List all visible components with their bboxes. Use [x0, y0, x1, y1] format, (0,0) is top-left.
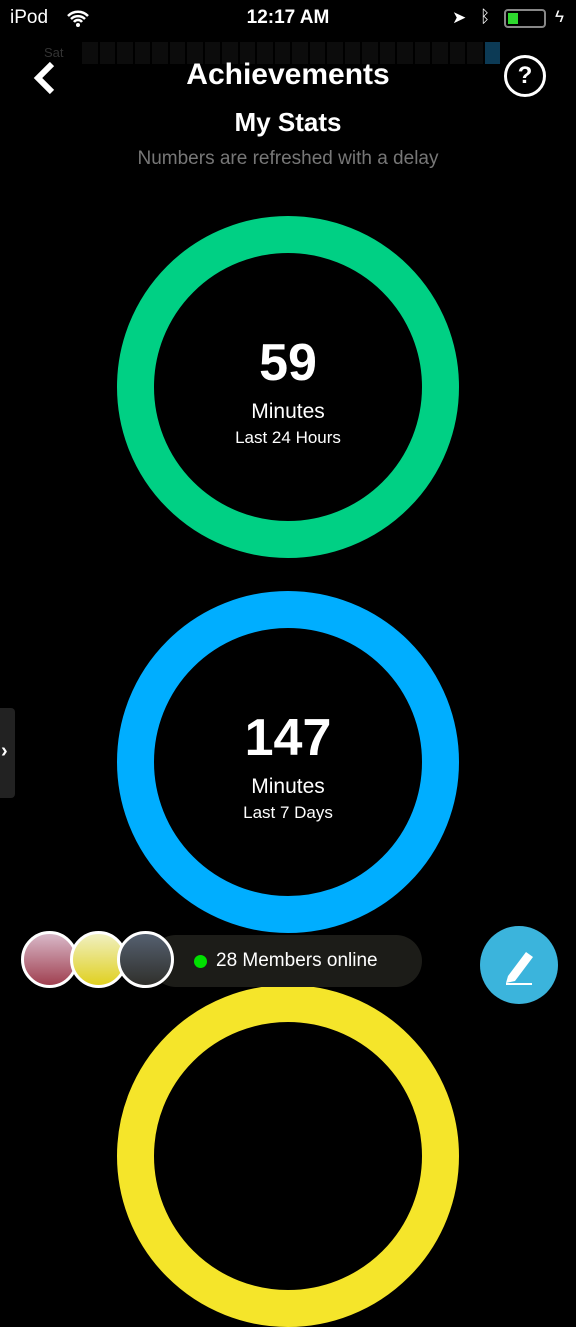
location-icon: ➤ [452, 8, 467, 27]
value-7d: 147 [244, 709, 332, 767]
battery-icon [504, 9, 546, 28]
members-online-label: 28 Members online [216, 950, 378, 971]
unit-7d: Minutes [251, 775, 325, 798]
bluetooth-icon: ᛒ [480, 7, 491, 26]
period-7d: Last 7 Days [243, 803, 333, 822]
ring-third [117, 985, 459, 1327]
unit-24h: Minutes [251, 400, 325, 423]
section-title: My Stats [234, 107, 342, 137]
online-dot [194, 954, 207, 968]
pencil-icon [506, 952, 533, 985]
help-button[interactable]: ? [504, 55, 546, 97]
side-drawer-handle[interactable]: › [0, 708, 15, 798]
refresh-note: Numbers are refreshed with a delay [137, 148, 439, 169]
page-title: Achievements [186, 58, 390, 91]
avatar[interactable] [117, 931, 174, 988]
status-bar: iPod 12:17 AM ➤ ᛒ ϟ [0, 0, 576, 36]
period-24h: Last 24 Hours [235, 428, 341, 447]
members-online-pill[interactable]: 28 Members online [150, 935, 422, 987]
compose-button[interactable] [480, 926, 558, 1004]
chevron-right-icon: › [1, 740, 8, 762]
value-24h: 59 [259, 334, 317, 392]
charging-icon: ϟ [555, 7, 564, 26]
